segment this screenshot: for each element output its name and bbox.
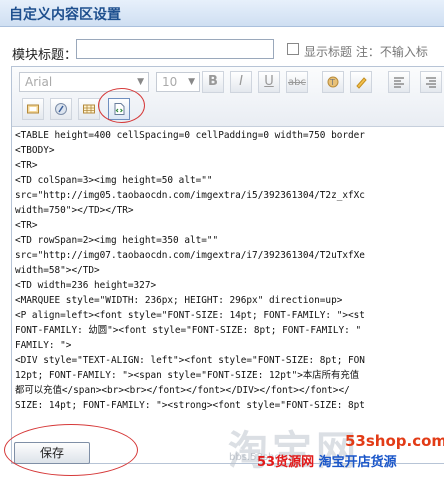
watermark-slogan-a: 53货源网 [257,455,315,470]
align-left-button[interactable] [388,71,410,93]
code-line: 都可以充值</span><br><br></font></font></DIV>… [15,385,350,396]
insert-table-button[interactable] [78,98,100,120]
code-line: FAMILY: "> [15,340,72,351]
watermark-slogan-b: 淘宝开店货源 [318,455,397,470]
align-right-icon [421,75,441,89]
bold-icon: B [208,74,218,89]
code-line: <P align=left><font style="FONT-SIZE: 14… [15,310,365,321]
insert-image-button[interactable] [22,98,44,120]
align-left-icon [389,75,409,89]
code-line: <DIV style="TEXT-ALIGN: left"><font styl… [15,355,365,366]
insert-image-icon [23,102,43,116]
underline-icon: U [264,74,274,89]
font-color-icon: T [323,75,343,89]
strikethrough-icon: abc [288,77,306,88]
annotation-circle-save-button [4,424,138,476]
insert-flash-button[interactable] [50,98,72,120]
code-line: <TBODY> [15,145,55,156]
rich-text-editor: Arial ▼ 10 ▼ B I U abc T <TABLE height=4… [11,66,444,464]
bold-button[interactable]: B [202,71,224,93]
watermark-slogan: 53货源网 淘宝开店货源 [257,451,397,470]
code-line: <TR> [15,220,38,231]
italic-button[interactable]: I [230,71,252,93]
underline-button[interactable]: U [258,71,280,93]
module-title-label: 模块标题： [12,48,78,63]
insert-table-icon [79,102,99,116]
font-family-value: Arial [25,75,53,89]
italic-icon: I [239,74,243,89]
source-code-textarea[interactable]: <TABLE height=400 cellSpacing=0 cellPadd… [12,127,444,463]
font-color-button[interactable]: T [322,71,344,93]
code-line: SIZE: 14pt; FONT-FAMILY: "><strong><font… [15,400,365,411]
code-line: width=750"></TD></TR> [15,205,134,216]
insert-flash-icon [51,102,71,116]
font-size-select[interactable]: 10 ▼ [156,72,200,92]
code-line: FONT-FAMILY: 幼圆"><font style="FONT-SIZE:… [15,325,362,336]
code-line: 12pt; FONT-FAMILY: "><span style="FONT-S… [15,370,360,381]
panel-header: 自定义内容区设置 [0,0,444,27]
code-line: <TR> [15,160,38,171]
highlight-button[interactable] [350,71,372,93]
code-line: <TD rowSpan=2><img height=350 alt="" [15,235,219,246]
module-title-input[interactable] [76,39,274,59]
svg-text:T: T [329,78,335,87]
show-title-checkbox[interactable] [287,43,299,55]
highlight-icon [351,75,371,89]
annotation-circle-source-button [98,88,145,123]
code-line: <TABLE height=400 cellSpacing=0 cellPadd… [15,130,365,141]
editor-toolbar: Arial ▼ 10 ▼ B I U abc T [12,67,444,127]
align-right-button[interactable] [420,71,442,93]
code-line: <TD colSpan=3><img height=50 alt="" [15,175,213,186]
font-size-value: 10 [162,75,178,89]
code-line: <MARQUEE style="WIDTH: 236px; HEIGHT: 29… [15,295,343,306]
code-line: <TD width=236 height=327> [15,280,157,291]
chevron-down-icon: ▼ [188,77,195,87]
chevron-down-icon: ▼ [137,77,144,87]
code-line: src="http://img05.taobaocdn.com/imgextra… [15,190,365,201]
strikethrough-button[interactable]: abc [286,71,308,93]
code-line: width=58"></TD> [15,265,100,276]
show-title-label: 显示标题 注：不输入标 [304,45,428,59]
panel-title: 自定义内容区设置 [9,7,121,23]
watermark-site: 53shop.com [345,432,444,450]
code-line: src="http://img07.taobaocdn.com/imgextra… [15,250,365,261]
